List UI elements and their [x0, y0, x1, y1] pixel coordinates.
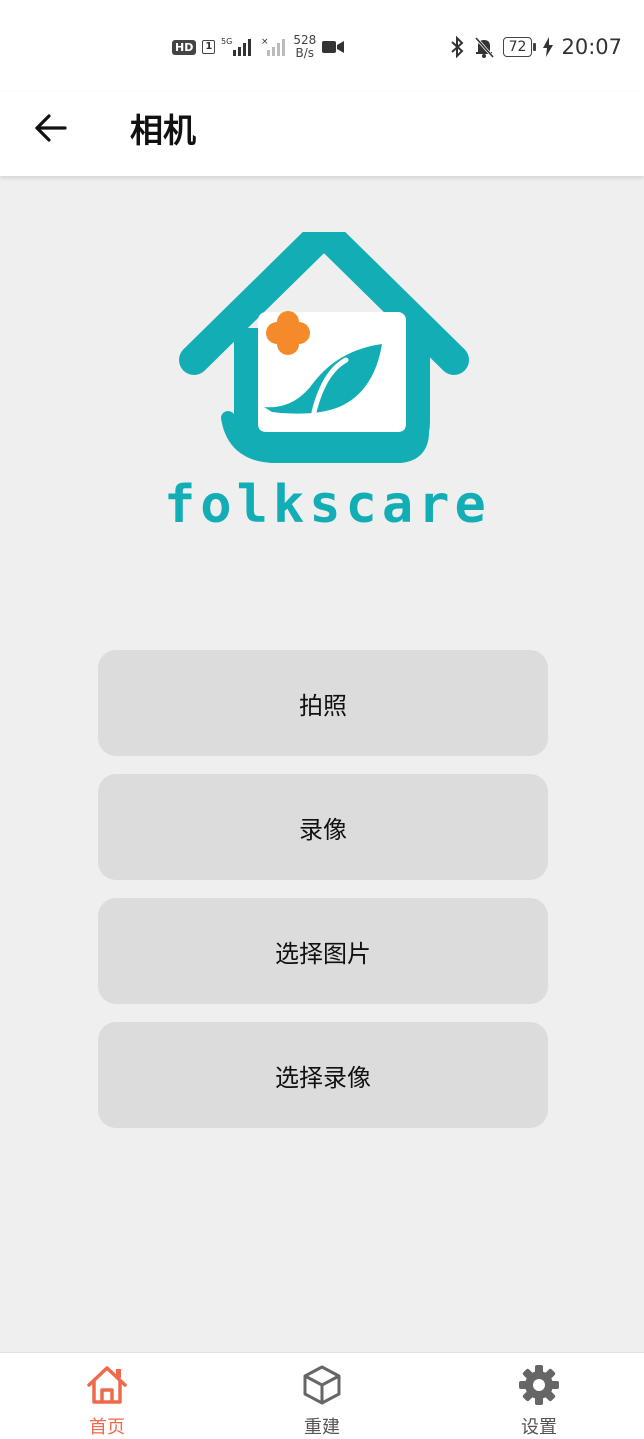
video-camera-icon	[322, 41, 345, 53]
svg-text:5G: 5G	[221, 37, 232, 46]
take-photo-button[interactable]: 拍照	[98, 650, 548, 756]
home-icon	[85, 1363, 129, 1407]
hd-badge: HD	[172, 39, 197, 55]
bottom-navigation: 首页 重建 设置	[0, 1352, 644, 1439]
nav-item-rebuild[interactable]: 重建	[262, 1353, 382, 1439]
network-speed: 528 B/s	[293, 34, 316, 60]
signal-5g-icon: 5G	[221, 37, 252, 56]
sim-badge: 1	[202, 40, 216, 54]
network-speed-unit: B/s	[295, 46, 315, 60]
nav-label-home: 首页	[89, 1417, 125, 1438]
nav-label-rebuild: 重建	[304, 1417, 340, 1438]
nav-item-settings[interactable]: 设置	[479, 1353, 599, 1439]
select-image-button[interactable]: 选择图片	[98, 898, 548, 1004]
arrow-left-icon	[35, 114, 67, 142]
record-video-button[interactable]: 录像	[98, 774, 548, 880]
cube-icon	[300, 1363, 344, 1407]
gear-icon	[517, 1363, 561, 1407]
status-bar: HD 1 5G × 528 B/s 72 20:07	[0, 0, 644, 92]
status-icons-left: HD 1 5G × 528 B/s	[172, 30, 345, 64]
house-logo-icon	[179, 222, 469, 463]
charging-icon	[543, 37, 554, 57]
nav-item-home[interactable]: 首页	[47, 1353, 167, 1439]
battery-indicator: 72	[502, 37, 537, 57]
page-title: 相机	[130, 111, 196, 150]
bluetooth-icon	[450, 36, 464, 58]
app-bar: 相机	[0, 92, 644, 176]
status-icons-right: 72 20:07	[449, 30, 622, 64]
bell-muted-icon	[474, 36, 494, 58]
clock: 20:07	[561, 35, 622, 59]
signal-no-service-icon: ×	[261, 37, 286, 56]
nav-label-settings: 设置	[521, 1417, 557, 1438]
select-video-button[interactable]: 选择录像	[98, 1022, 548, 1128]
brand-wordmark: folkscare	[164, 475, 491, 535]
back-button[interactable]	[28, 106, 72, 150]
svg-text:×: ×	[261, 37, 269, 47]
